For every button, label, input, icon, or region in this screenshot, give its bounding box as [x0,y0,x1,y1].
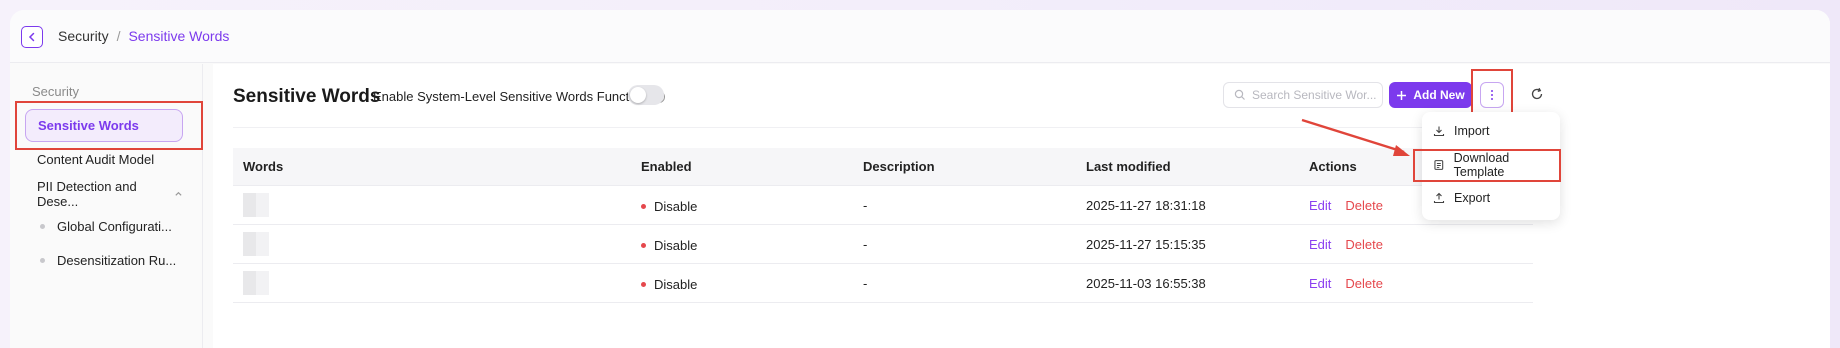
chevron-left-icon [28,32,35,42]
table-row: Disable - 2025-11-27 18:31:18 Edit Delete [233,186,1533,225]
status-text: Disable [654,198,698,214]
redacted-word [243,232,269,256]
sidebar-subitem-label: Global Configurati... [57,219,172,234]
more-options-dropdown: Import Download Template Export [1422,112,1560,220]
sensitive-words-table: Words Enabled Description Last modified … [233,148,1533,303]
top-bar: Security / Sensitive Words [10,10,1830,63]
table-row: Disable - 2025-11-03 16:55:38 Edit Delete [233,264,1533,303]
status-badge: Disable [641,277,697,292]
sidebar-item-label: Content Audit Model [37,152,155,167]
refresh-icon[interactable] [1530,87,1544,101]
description-cell: - [863,197,868,213]
column-header-enabled: Enabled [641,159,692,174]
redacted-word [243,271,269,295]
status-dot-icon [641,281,646,287]
sidebar-subitem-label: Desensitization Ru... [57,253,177,268]
bullet-icon [40,224,45,229]
status-dot-icon [641,242,646,248]
description-cell: - [863,236,868,252]
status-badge: Disable [641,238,697,253]
edit-button[interactable]: Edit [1309,276,1331,291]
sidebar-item-pii-detection[interactable]: PII Detection and Dese... [25,177,183,210]
toggle-label-text: Enable System-Level Sensitive Words Func… [373,89,647,104]
system-toggle-label: Enable System-Level Sensitive Words Func… [373,89,665,104]
search-box[interactable] [1223,82,1383,108]
edit-button[interactable]: Edit [1309,237,1331,252]
breadcrumb-parent[interactable]: Security [58,28,109,44]
description-cell: - [863,275,868,291]
dropdown-item-import[interactable]: Import [1422,115,1560,147]
page-title: Sensitive Words [233,86,381,107]
column-header-description: Description [863,159,935,174]
edit-button[interactable]: Edit [1309,198,1331,213]
redacted-word [243,193,269,217]
download-icon [1433,126,1445,137]
delete-button[interactable]: Delete [1345,276,1383,291]
sidebar: Security Sensitive Words Content Audit M… [10,64,203,348]
main-content: Sensitive Words Enable System-Level Sens… [213,64,1830,348]
sidebar-item-label: Sensitive Words [38,118,139,133]
column-header-last-modified: Last modified [1086,159,1171,174]
status-dot-icon [641,203,646,209]
column-header-words: Words [243,159,284,174]
template-icon [1434,160,1444,170]
breadcrumb-current: Sensitive Words [128,28,230,44]
table-header: Words Enabled Description Last modified … [233,148,1533,186]
breadcrumb: Security / Sensitive Words [58,28,229,44]
back-button[interactable] [21,26,43,48]
system-sensitive-words-switch[interactable] [628,85,664,105]
plus-icon [1397,90,1407,100]
dropdown-item-download-template[interactable]: Download Template [1422,149,1560,181]
delete-button[interactable]: Delete [1345,198,1383,213]
bullet-icon [40,258,45,263]
app-frame: Security / Sensitive Words Security Sens… [10,10,1830,348]
dropdown-item-export[interactable]: Export [1422,182,1560,214]
search-input[interactable] [1252,88,1377,102]
sidebar-item-content-audit-model[interactable]: Content Audit Model [25,143,183,176]
more-options-button[interactable] [1480,82,1504,108]
delete-button[interactable]: Delete [1345,237,1383,252]
status-text: Disable [654,237,698,253]
breadcrumb-separator: / [116,28,121,44]
sidebar-subitem-global-configuration[interactable]: Global Configurati... [40,219,172,234]
table-row: Disable - 2025-11-27 15:15:35 Edit Delete [233,225,1533,264]
more-vertical-icon [1491,90,1493,100]
export-icon [1433,192,1445,204]
add-new-button[interactable]: Add New [1389,82,1472,108]
dropdown-item-label: Import [1454,124,1490,138]
chevron-up-icon [175,191,182,196]
sidebar-group-label: Security [32,84,79,99]
dropdown-item-label: Download Template [1453,151,1510,179]
search-icon [1234,89,1245,100]
add-new-label: Add New [1413,88,1465,102]
modified-cell: 2025-11-27 15:15:35 [1086,236,1206,252]
modified-cell: 2025-11-27 18:31:18 [1086,197,1206,213]
status-badge: Disable [641,199,697,214]
dropdown-item-label: Export [1454,191,1491,205]
sidebar-item-sensitive-words[interactable]: Sensitive Words [25,109,183,142]
status-text: Disable [654,276,698,292]
modified-cell: 2025-11-03 16:55:38 [1086,275,1206,291]
switch-knob [630,87,646,103]
header-divider [233,127,1533,128]
sidebar-subitem-desensitization-rules[interactable]: Desensitization Ru... [40,253,176,268]
sidebar-item-label: PII Detection and Dese... [37,178,137,209]
